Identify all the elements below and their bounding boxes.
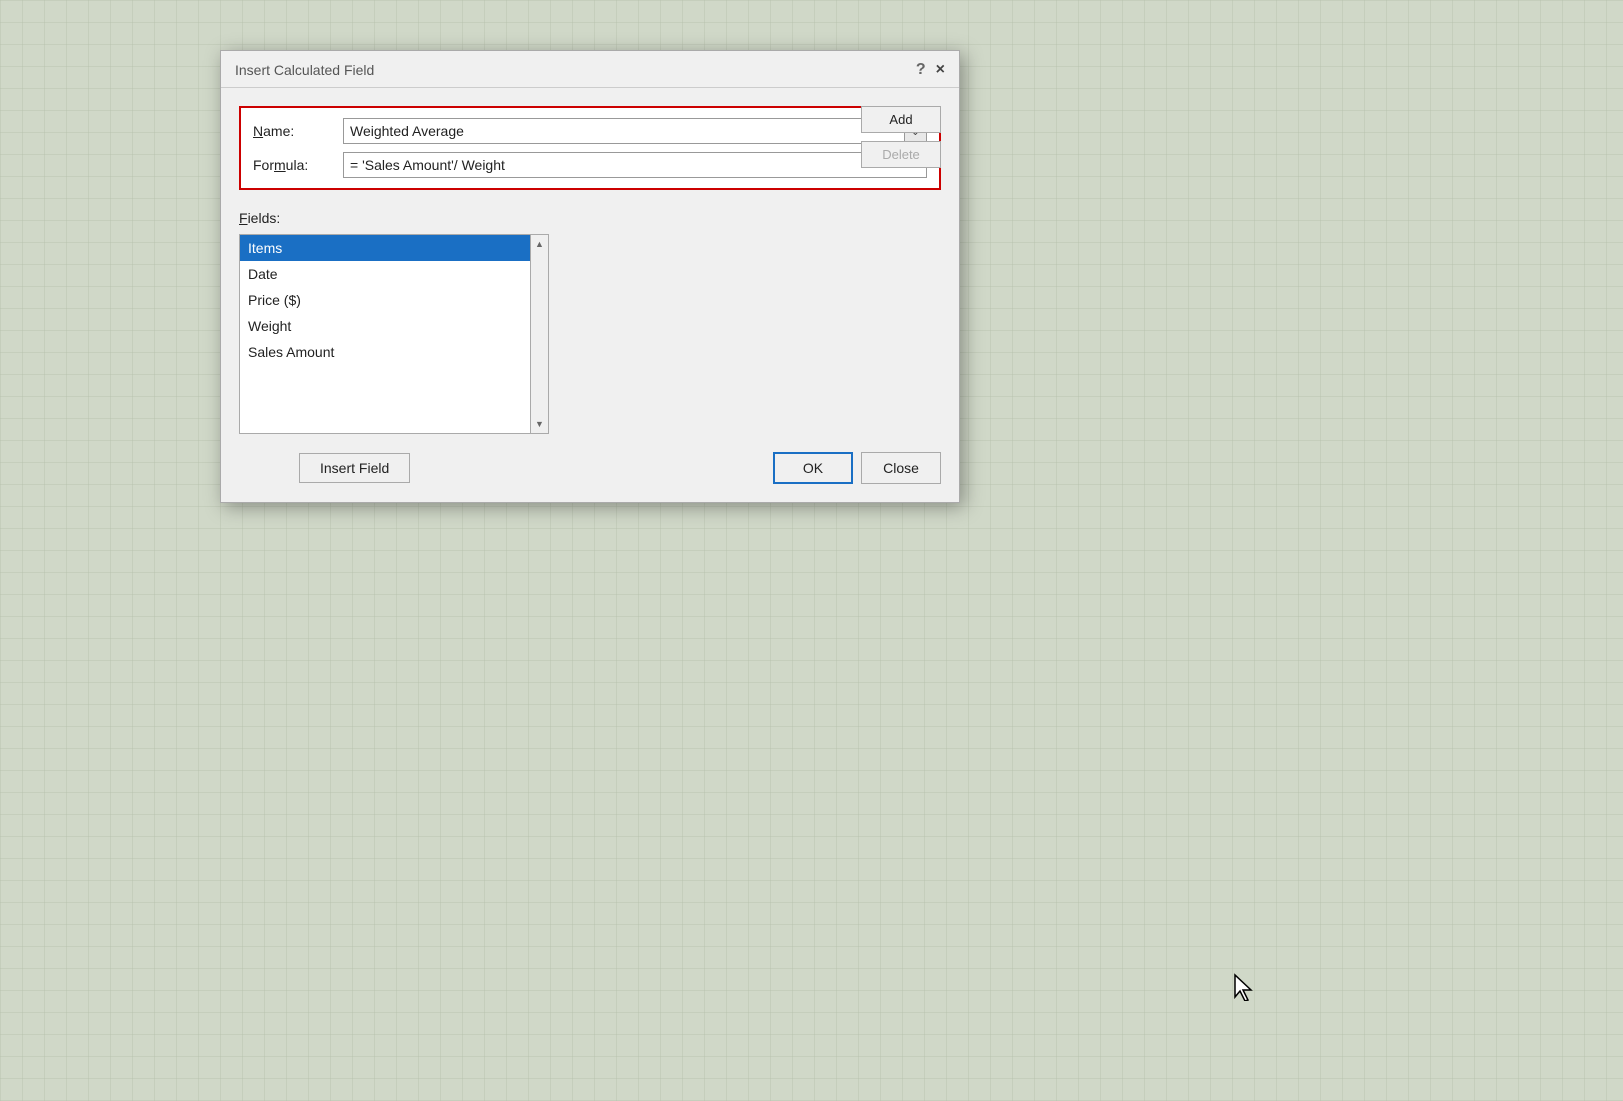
dialog-titlebar: Insert Calculated Field ? ×: [221, 51, 959, 88]
fields-label-underline: F: [239, 210, 248, 226]
name-label-underline: N: [253, 123, 263, 139]
fields-list: Items Date Price ($) Weight Sales Amount: [240, 235, 530, 433]
ok-close-buttons: OK Close: [773, 452, 941, 484]
formula-input[interactable]: [343, 152, 927, 178]
help-button[interactable]: ?: [916, 61, 926, 79]
list-item[interactable]: Items: [240, 235, 530, 261]
name-row: Name: ⌄: [253, 118, 927, 144]
mouse-cursor: [1233, 973, 1253, 1001]
fields-list-container: Items Date Price ($) Weight Sales Amount…: [239, 234, 941, 434]
insert-field-button[interactable]: Insert Field: [299, 453, 410, 483]
formula-label: Formula:: [253, 157, 343, 173]
delete-button[interactable]: Delete: [861, 141, 941, 168]
formula-row: Formula:: [253, 152, 927, 178]
name-formula-section: Name: ⌄ Formula:: [239, 106, 941, 190]
fields-label: Fields:: [239, 210, 941, 226]
bottom-area: Insert Field OK Close: [239, 452, 941, 484]
list-item[interactable]: Weight: [240, 313, 530, 339]
ok-button[interactable]: OK: [773, 452, 853, 484]
dialog-content: Name: ⌄ Formula: Add D: [239, 106, 941, 484]
fields-section: Fields: Items Date Price ($) Weight Sale…: [239, 210, 941, 434]
close-icon[interactable]: ×: [936, 62, 945, 78]
action-buttons: Add Delete: [861, 106, 941, 168]
name-input-wrapper: ⌄: [343, 118, 927, 144]
insert-calculated-field-dialog: Insert Calculated Field ? × Name: ⌄: [220, 50, 960, 503]
titlebar-controls: ? ×: [916, 61, 945, 79]
list-item[interactable]: Sales Amount: [240, 339, 530, 365]
close-button[interactable]: Close: [861, 452, 941, 484]
add-button[interactable]: Add: [861, 106, 941, 133]
name-input[interactable]: [344, 119, 904, 143]
name-label: Name:: [253, 123, 343, 139]
scroll-up-arrow[interactable]: ▲: [533, 235, 546, 253]
dialog-title: Insert Calculated Field: [235, 62, 374, 78]
formula-label-underline: m: [274, 157, 286, 173]
list-item[interactable]: Date: [240, 261, 530, 287]
scroll-down-arrow[interactable]: ▼: [533, 415, 546, 433]
list-item[interactable]: Price ($): [240, 287, 530, 313]
dialog-body: Name: ⌄ Formula: Add D: [221, 88, 959, 502]
fields-listbox: Items Date Price ($) Weight Sales Amount…: [239, 234, 549, 434]
scrollbar: ▲ ▼: [530, 235, 548, 433]
scroll-track: [531, 253, 548, 415]
